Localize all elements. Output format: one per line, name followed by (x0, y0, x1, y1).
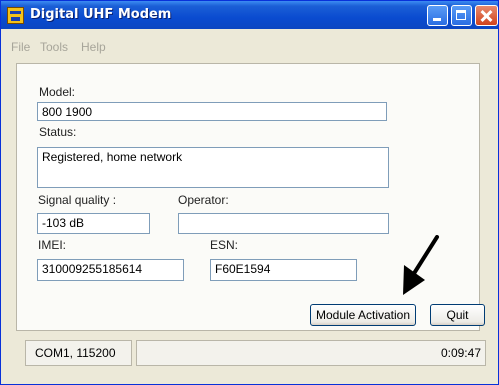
close-icon[interactable] (475, 5, 498, 26)
menu-file[interactable]: File (11, 40, 30, 54)
status-label: Status: (39, 125, 77, 139)
module-activation-button[interactable]: Module Activation (310, 304, 416, 326)
esn-label: ESN: (210, 238, 239, 252)
imei-field[interactable]: 310009255185614 (37, 259, 184, 281)
imei-label: IMEI: (38, 238, 67, 252)
operator-field[interactable] (178, 213, 389, 234)
title-bar[interactable]: Digital UHF Modem (1, 1, 498, 29)
app-icon[interactable] (7, 7, 24, 24)
status-elapsed-time: 0:09:47 (136, 340, 486, 366)
app-window: Digital UHF Modem File Tools Help Model:… (0, 0, 499, 385)
maximize-icon[interactable] (451, 5, 472, 26)
model-label: Model: (39, 85, 76, 99)
quit-button[interactable]: Quit (430, 304, 485, 326)
menu-bar: File Tools Help (1, 38, 498, 56)
signal-quality-label: Signal quality : (38, 193, 117, 207)
minimize-icon[interactable] (427, 5, 448, 26)
status-connection: COM1, 115200 (25, 340, 132, 366)
signal-quality-field[interactable]: -103 dB (37, 213, 150, 234)
operator-label: Operator: (178, 193, 229, 207)
arrow-pointer-icon (403, 235, 439, 295)
status-field[interactable]: Registered, home network (37, 147, 389, 188)
window-title: Digital UHF Modem (30, 7, 172, 22)
menu-tools[interactable]: Tools (40, 40, 68, 54)
esn-field[interactable]: F60E1594 (210, 259, 357, 281)
model-field[interactable]: 800 1900 (37, 102, 387, 121)
menu-help[interactable]: Help (81, 40, 106, 54)
